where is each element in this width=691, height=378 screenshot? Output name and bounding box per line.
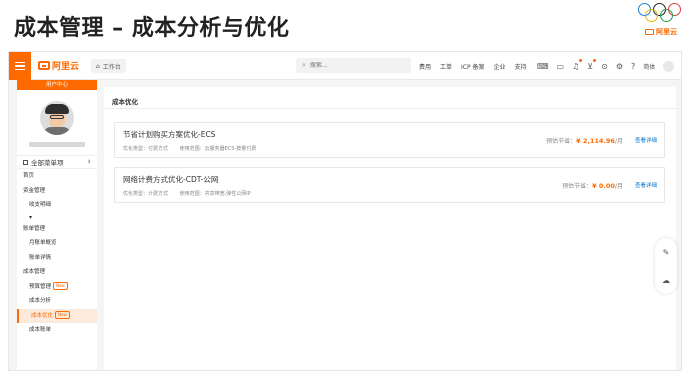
olympic-rings-icon: [637, 3, 685, 23]
search-icon: ⌕: [302, 61, 306, 69]
sidebar-item-label: 预算管理: [29, 283, 52, 290]
help-icon[interactable]: ?: [631, 62, 635, 71]
sidebar-item-cost-management[interactable]: 成本管理: [17, 265, 97, 280]
view-details-link[interactable]: 查看详细: [635, 181, 657, 189]
top-nav-links: 费用 工单 ICP 备案 企业 支持: [419, 52, 527, 80]
sidebar-item-budget[interactable]: 预算管理 New: [17, 280, 97, 295]
sidebar-item-cost-bill[interactable]: 成本账单: [17, 323, 97, 338]
nav-link-icp[interactable]: ICP 备案: [461, 62, 485, 71]
card-meta: 优化类型：计费方式 使用范围：共享带宽,弹性公网IP: [123, 190, 261, 197]
savings-unit: /月: [614, 138, 623, 145]
savings-label: 预估节省：: [546, 138, 577, 145]
nav-link-enterprise[interactable]: 企业: [494, 62, 506, 71]
card-title: 网络计费方式优化-CDT-公网: [123, 175, 219, 184]
sidebar-item-bills[interactable]: 账单管理: [17, 222, 97, 237]
gear-icon[interactable]: ⚙: [616, 62, 623, 71]
top-navbar: 阿里云 ⌂ 工作台 ⌕ 费用 工单 ICP 备案 企业 支持 ⌨ ▭ ♫ ⊻ ⊙…: [9, 52, 681, 80]
optimization-type: 优化类型：计费方式: [123, 191, 169, 197]
sidebar-item-funds[interactable]: 资金管理: [17, 184, 97, 199]
nav-link-tickets[interactable]: 工单: [440, 62, 452, 71]
sidebar-item-monthly-overview[interactable]: 月账单概览: [17, 236, 97, 251]
estimated-savings: 预估节省：¥ 0.00/月: [562, 181, 623, 190]
optimization-card: 节省计划购买方案优化-ECS 优化类型：付费方式 使用范围：云服务器ECS-按量…: [114, 122, 665, 158]
estimated-savings: 预估节省：¥ 2,114.96/月: [546, 136, 623, 145]
hamburger-menu-button[interactable]: [9, 52, 31, 80]
logo-text: 阿里云: [52, 62, 80, 72]
sidebar-item-cost-optimization[interactable]: 成本优化 New: [17, 308, 97, 323]
view-details-link[interactable]: 查看详细: [635, 136, 657, 144]
sidebar: 用户中心 全部菜单项 › 首页 资金管理 收支明细 ▾ 账单管理 月账单概览 账…: [17, 80, 97, 370]
new-badge: New: [55, 311, 70, 319]
aliyun-logo[interactable]: 阿里云: [38, 59, 79, 72]
aliyun-mark-icon: [645, 29, 654, 35]
grid-icon: [23, 159, 28, 165]
avatar: [40, 101, 74, 135]
optimization-card: 网络计费方式优化-CDT-公网 优化类型：计费方式 使用范围：共享带宽,弹性公网…: [114, 167, 665, 203]
workbench-button[interactable]: ⌂ 工作台: [91, 59, 126, 73]
bell-icon[interactable]: ♫: [572, 58, 583, 71]
workbench-label: 工作台: [102, 63, 121, 71]
cart-icon[interactable]: ⊻: [587, 58, 597, 71]
all-menu-button[interactable]: 全部菜单项 ›: [17, 155, 97, 169]
chat-icon[interactable]: ☁: [662, 276, 670, 285]
main-content: 成本优化 节省计划购买方案优化-ECS 优化类型：付费方式 使用范围：云服务器E…: [104, 87, 676, 370]
nav-link-support[interactable]: 支持: [515, 62, 527, 71]
savings-amount: ¥ 0.00: [592, 182, 615, 190]
aliyun-mark-icon: [38, 61, 50, 70]
top-nav-icons: ⌨ ▭ ♫ ⊻ ⊙ ⚙ ? 简体: [537, 52, 675, 80]
location-icon[interactable]: ⊙: [601, 62, 608, 71]
sidebar-item-cost-analysis[interactable]: 成本分析: [17, 294, 97, 309]
floating-toolbar: ✎ ☁: [655, 238, 677, 294]
console-window: 阿里云 ⌂ 工作台 ⌕ 费用 工单 ICP 备案 企业 支持 ⌨ ▭ ♫ ⊻ ⊙…: [8, 51, 682, 371]
brand-logo-text: 阿里云: [656, 28, 677, 36]
slide-title: 成本管理 – 成本分析与优化: [14, 16, 290, 41]
page-title: 成本优化: [104, 87, 676, 109]
user-avatar[interactable]: [663, 60, 675, 72]
card-meta: 优化类型：付费方式 使用范围：云服务器ECS-按量付费: [123, 145, 266, 152]
home-icon: ⌂: [96, 62, 100, 70]
sidebar-item-label: 成本优化: [31, 312, 54, 319]
sidebar-item-transactions[interactable]: 收支明细: [17, 198, 97, 213]
search-input[interactable]: [309, 62, 400, 69]
optimization-type: 优化类型：付费方式: [123, 146, 169, 152]
savings-label: 预估节省：: [562, 183, 593, 190]
username-redacted: [29, 142, 85, 147]
sidebar-item-bill-details[interactable]: 账单详情: [17, 251, 97, 266]
new-badge: New: [53, 282, 68, 290]
all-menu-label: 全部菜单项: [31, 159, 64, 167]
user-center-label: 用户中心: [17, 80, 97, 90]
terminal-icon[interactable]: ⌨: [537, 62, 549, 71]
search-box[interactable]: ⌕: [296, 58, 411, 73]
savings-amount: ¥ 2,114.96: [576, 137, 615, 145]
nav-link-billing[interactable]: 费用: [419, 62, 431, 71]
chevron-right-icon: ›: [87, 157, 91, 167]
caret-down-icon[interactable]: ▾: [17, 213, 97, 222]
usage-scope: 使用范围：云服务器ECS-按量付费: [179, 146, 257, 152]
edit-icon[interactable]: ✎: [663, 248, 670, 257]
usage-scope: 使用范围：共享带宽,弹性公网IP: [179, 191, 251, 197]
card-title: 节省计划购买方案优化-ECS: [123, 130, 216, 139]
id-card-icon[interactable]: ▭: [557, 62, 565, 71]
language-switch[interactable]: 简体: [643, 62, 655, 71]
sidebar-item-home[interactable]: 首页: [17, 169, 97, 184]
brand-logo: 阿里云: [637, 3, 685, 45]
savings-unit: /月: [614, 183, 623, 190]
